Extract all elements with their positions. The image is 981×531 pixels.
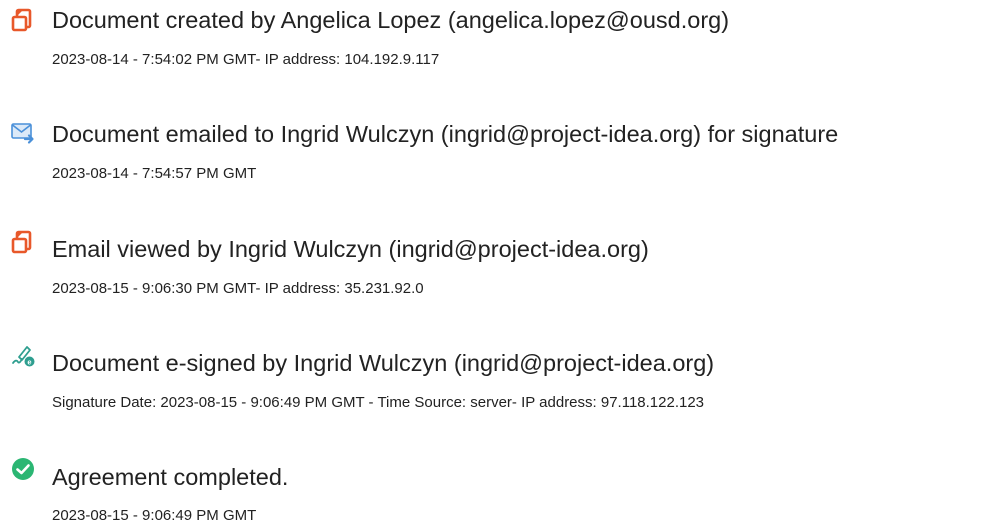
svg-text:e: e — [27, 357, 31, 366]
event-meta: 2023-08-15 - 9:06:30 PM GMT- IP address:… — [52, 280, 424, 297]
checkmark-circle-icon — [10, 456, 36, 482]
event-title: Document e-signed by Ingrid Wulczyn (ing… — [52, 350, 715, 376]
esign-icon: e — [10, 342, 36, 368]
email-sent-icon — [10, 119, 36, 145]
document-created-icon — [10, 7, 36, 33]
event-title: Document emailed to Ingrid Wulczyn (ingr… — [52, 121, 839, 147]
event-meta: 2023-08-15 - 9:06:49 PM GMT — [52, 507, 257, 524]
event-title: Document created by Angelica Lopez (ange… — [52, 7, 730, 33]
event-title: Agreement completed. — [52, 464, 289, 490]
document-viewed-icon — [10, 229, 36, 255]
event-meta: 2023-08-14 - 7:54:57 PM GMT — [52, 165, 257, 182]
event-meta: 2023-08-14 - 7:54:02 PM GMT- IP address:… — [52, 51, 440, 68]
event-meta: Signature Date: 2023-08-15 - 9:06:49 PM … — [52, 394, 705, 411]
event-title: Email viewed by Ingrid Wulczyn (ingrid@p… — [52, 236, 649, 262]
